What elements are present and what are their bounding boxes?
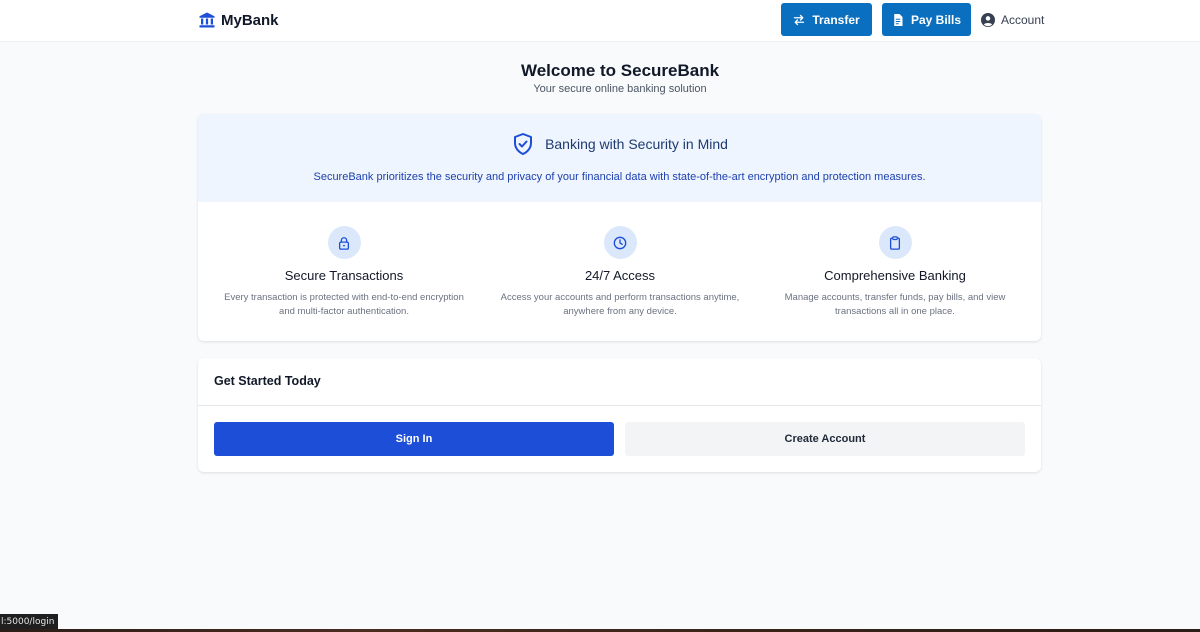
feature-24-7-access: 24/7 Access Access your accounts and per… bbox=[485, 226, 755, 319]
feature-title: Comprehensive Banking bbox=[824, 268, 966, 283]
clock-icon bbox=[613, 236, 627, 249]
exchange-icon bbox=[794, 14, 805, 25]
feature-title: 24/7 Access bbox=[584, 268, 656, 283]
security-title-row: Banking with Security in Mind bbox=[198, 131, 1041, 157]
lock-icon bbox=[338, 236, 350, 250]
get-started-card: Get Started Today Sign In Create Account bbox=[198, 358, 1041, 472]
brand-name: MyBank bbox=[221, 11, 279, 29]
feature-title: Secure Transactions bbox=[284, 268, 404, 283]
bank-icon bbox=[199, 12, 215, 28]
top-navbar: MyBank Transfer Pay Bills Account bbox=[0, 0, 1200, 42]
file-invoice-icon bbox=[894, 13, 903, 26]
clipboard-icon bbox=[889, 235, 901, 250]
feature-description: Manage accounts, transfer funds, pay bil… bbox=[784, 292, 1006, 317]
security-title: Banking with Security in Mind bbox=[545, 136, 728, 152]
brand-logo[interactable]: MyBank bbox=[198, 10, 279, 30]
pay-bills-label: Pay Bills bbox=[910, 12, 962, 27]
transfer-button[interactable]: Transfer bbox=[781, 3, 872, 36]
security-banner: Banking with Security in Mind SecureBank… bbox=[198, 114, 1041, 202]
security-card: Banking with Security in Mind SecureBank… bbox=[198, 114, 1041, 341]
create-account-button[interactable]: Create Account bbox=[625, 422, 1025, 456]
feature-icon-wrap bbox=[878, 226, 912, 259]
page-subtitle: Your secure online banking solution bbox=[533, 83, 707, 95]
feature-description: Access your accounts and perform transac… bbox=[500, 292, 740, 317]
feature-secure-transactions: Secure Transactions Every transaction is… bbox=[209, 226, 479, 319]
card-divider bbox=[198, 405, 1041, 406]
user-circle-icon bbox=[981, 13, 995, 27]
security-description: SecureBank prioritizes the security and … bbox=[313, 171, 926, 183]
page-title: Welcome to SecureBank bbox=[520, 61, 720, 80]
status-bar-url: l:5000/login bbox=[0, 614, 59, 630]
pay-bills-button[interactable]: Pay Bills bbox=[882, 3, 971, 36]
feature-comprehensive-banking: Comprehensive Banking Manage accounts, t… bbox=[760, 226, 1030, 319]
sign-in-button[interactable]: Sign In bbox=[214, 422, 614, 456]
feature-icon-wrap bbox=[603, 226, 637, 259]
feature-description: Every transaction is protected with end-… bbox=[224, 292, 464, 317]
account-label: Account bbox=[1001, 13, 1045, 27]
get-started-title: Get Started Today bbox=[214, 374, 321, 388]
shield-check-icon bbox=[514, 133, 533, 155]
account-link[interactable]: Account bbox=[981, 11, 1044, 29]
feature-icon-wrap bbox=[327, 226, 361, 259]
transfer-label: Transfer bbox=[812, 12, 860, 27]
